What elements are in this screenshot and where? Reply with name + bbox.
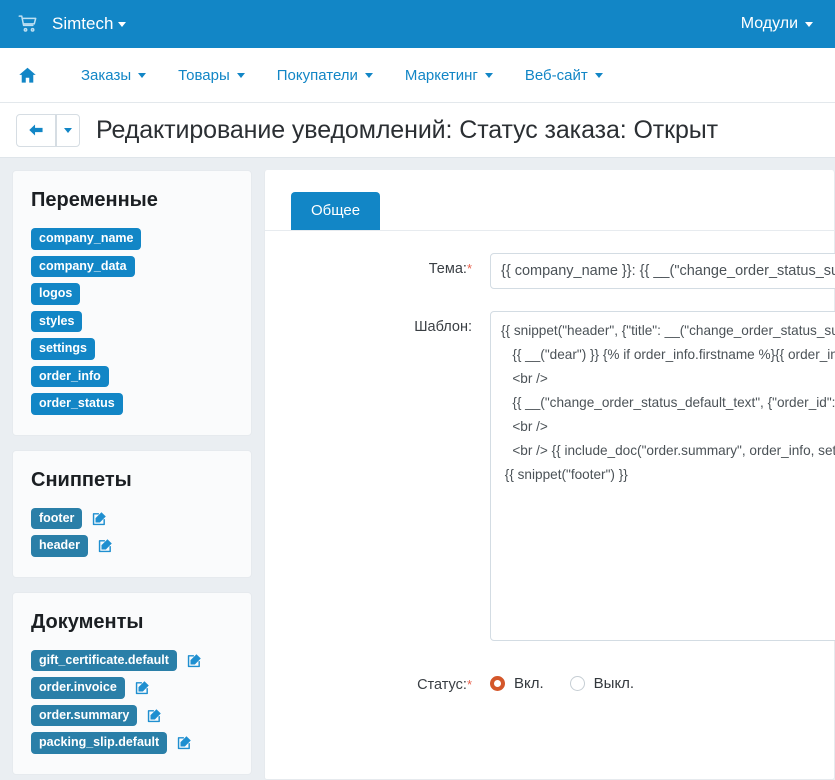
nav-item-label: Товары [178, 67, 230, 84]
document-tag[interactable]: order.summary [31, 705, 137, 727]
variable-tag[interactable]: styles [31, 311, 82, 333]
snippets-tag-list: footer header [31, 508, 233, 557]
nav-item-label: Покупатели [277, 67, 358, 84]
edit-icon[interactable] [134, 679, 151, 696]
variables-heading: Переменные [31, 189, 233, 212]
variables-panel: Переменные company_name company_data log… [12, 170, 252, 436]
radio-unselected-icon [570, 676, 585, 691]
caret-down-icon [64, 128, 72, 133]
document-row: packing_slip.default [31, 732, 193, 754]
sidebar: Переменные company_name company_data log… [12, 170, 252, 780]
documents-tag-list: gift_certificate.default order.invoice [31, 650, 233, 754]
caret-down-icon [365, 73, 373, 78]
radio-selected-icon [490, 676, 505, 691]
template-label: Шаблон: [414, 319, 472, 335]
snippets-panel: Сниппеты footer header [12, 450, 252, 578]
subject-input[interactable]: {{ company_name }}: {{ __("change_order_… [490, 253, 835, 289]
required-marker: * [467, 677, 472, 692]
snippets-heading: Сниппеты [31, 469, 233, 492]
template-label-wrap: Шаблон: [265, 311, 490, 335]
home-icon[interactable] [14, 66, 65, 85]
documents-panel: Документы gift_certificate.default order… [12, 592, 252, 775]
status-label-wrap: Статус:* [265, 669, 490, 693]
variable-tag[interactable]: order_info [31, 366, 109, 388]
variables-tag-list: company_name company_data logos styles s… [31, 228, 233, 415]
status-label: Статус: [417, 677, 467, 693]
topbar-left-group: Simtech [18, 14, 126, 34]
nav-item-label: Маркетинг [405, 67, 478, 84]
edit-icon[interactable] [91, 510, 108, 527]
document-row: gift_certificate.default [31, 650, 203, 672]
template-control: {{ snippet("header", {"title": __("chang… [490, 311, 834, 641]
document-tag[interactable]: packing_slip.default [31, 732, 167, 754]
main-panel: Общее Тема:* {{ company_name }}: {{ __("… [264, 170, 835, 780]
nav-item-customers[interactable]: Покупатели [261, 67, 389, 84]
modules-menu[interactable]: Модули [741, 15, 817, 33]
caret-down-icon [138, 73, 146, 78]
back-button-group [16, 114, 80, 147]
status-field-row: Статус:* Вкл. Выкл. [265, 663, 834, 693]
subject-label: Тема: [429, 261, 467, 277]
brand-menu[interactable]: Simtech [52, 14, 126, 34]
nav-item-website[interactable]: Веб-сайт [509, 67, 619, 84]
snippet-tag[interactable]: footer [31, 508, 82, 530]
nav-item-products[interactable]: Товары [162, 67, 261, 84]
document-tag[interactable]: gift_certificate.default [31, 650, 177, 672]
snippet-tag[interactable]: header [31, 535, 88, 557]
status-radio-on[interactable]: Вкл. [490, 675, 544, 692]
status-radio-label: Выкл. [594, 675, 634, 692]
variable-tag[interactable]: order_status [31, 393, 123, 415]
subject-label-wrap: Тема:* [265, 253, 490, 277]
subject-field-row: Тема:* {{ company_name }}: {{ __("change… [265, 253, 834, 289]
template-textarea[interactable]: {{ snippet("header", {"title": __("chang… [490, 311, 835, 641]
arrow-left-icon [28, 123, 44, 137]
back-dropdown-button[interactable] [56, 114, 80, 147]
documents-heading: Документы [31, 611, 233, 634]
nav-item-orders[interactable]: Заказы [65, 67, 162, 84]
caret-down-icon [805, 22, 813, 27]
edit-icon[interactable] [186, 652, 203, 669]
tab-label: Общее [311, 202, 360, 219]
edit-icon[interactable] [146, 707, 163, 724]
document-row: order.summary [31, 705, 163, 727]
status-radio-off[interactable]: Выкл. [570, 675, 634, 692]
variable-tag[interactable]: company_data [31, 256, 135, 278]
secondary-navigation: Заказы Товары Покупатели Маркетинг Веб-с… [0, 48, 835, 103]
nav-item-marketing[interactable]: Маркетинг [389, 67, 509, 84]
variable-tag[interactable]: settings [31, 338, 95, 360]
template-field-row: Шаблон: {{ snippet("header", {"title": _… [265, 311, 834, 641]
caret-down-icon [237, 73, 245, 78]
required-marker: * [467, 261, 472, 276]
document-tag[interactable]: order.invoice [31, 677, 125, 699]
top-brand-bar: Simtech Модули [0, 0, 835, 48]
edit-icon[interactable] [176, 734, 193, 751]
edit-icon[interactable] [97, 537, 114, 554]
tab-general[interactable]: Общее [291, 192, 380, 230]
subject-control: {{ company_name }}: {{ __("change_order_… [490, 253, 834, 289]
status-control: Вкл. Выкл. [490, 669, 834, 692]
status-radio-label: Вкл. [514, 675, 544, 692]
back-button[interactable] [16, 114, 56, 147]
snippet-row: header [31, 535, 114, 557]
brand-label: Simtech [52, 14, 113, 34]
nav-item-label: Веб-сайт [525, 67, 588, 84]
tab-bar: Общее [265, 192, 834, 231]
document-row: order.invoice [31, 677, 151, 699]
snippet-row: footer [31, 508, 108, 530]
page-title: Редактирование уведомлений: Статус заказ… [96, 116, 718, 145]
status-radio-group: Вкл. Выкл. [490, 669, 834, 692]
notification-form: Тема:* {{ company_name }}: {{ __("change… [265, 231, 834, 693]
caret-down-icon [485, 73, 493, 78]
caret-down-icon [118, 22, 126, 27]
cart-icon [18, 14, 38, 34]
variable-tag[interactable]: company_name [31, 228, 141, 250]
caret-down-icon [595, 73, 603, 78]
variable-tag[interactable]: logos [31, 283, 80, 305]
nav-item-label: Заказы [81, 67, 131, 84]
page-body: Переменные company_name company_data log… [0, 158, 835, 780]
page-title-bar: Редактирование уведомлений: Статус заказ… [0, 103, 835, 158]
modules-label: Модули [741, 15, 798, 33]
